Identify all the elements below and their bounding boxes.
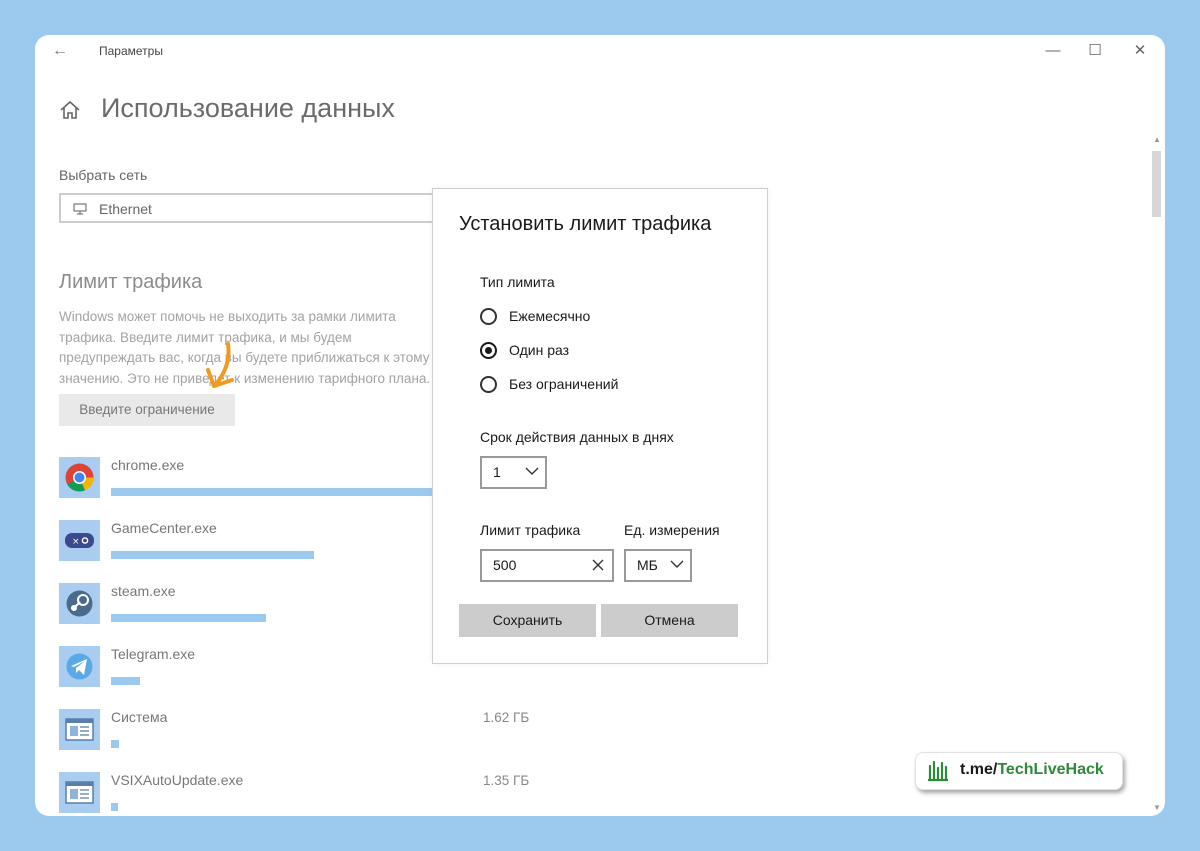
back-arrow-icon[interactable]: ← bbox=[49, 41, 71, 61]
title-bar: ← Параметры — ☐ ✕ bbox=[35, 35, 1165, 67]
steam-icon bbox=[59, 583, 100, 624]
watermark-name: TechLiveHack bbox=[997, 761, 1104, 778]
traffic-limit-value: 500 bbox=[493, 557, 517, 573]
minimize-icon[interactable]: — bbox=[1038, 39, 1068, 63]
watermark-prefix: t.me/ bbox=[960, 761, 998, 778]
radio-label: Один раз bbox=[509, 342, 570, 358]
app-size: 1.35 ГБ bbox=[483, 773, 530, 788]
window-title: Параметры bbox=[99, 44, 163, 58]
clear-icon[interactable] bbox=[592, 559, 604, 571]
scroll-down-icon[interactable]: ▼ bbox=[1152, 803, 1162, 813]
days-select[interactable]: 1 bbox=[480, 456, 547, 489]
save-button[interactable]: Сохранить bbox=[459, 604, 596, 637]
enter-limit-button[interactable]: Введите ограничение bbox=[59, 394, 235, 426]
set-traffic-limit-dialog: Установить лимит трафика Тип лимита Ежем… bbox=[432, 188, 768, 664]
home-icon[interactable] bbox=[59, 99, 81, 121]
usage-bar bbox=[111, 488, 433, 496]
dialog-title: Установить лимит трафика bbox=[459, 213, 712, 235]
unit-select[interactable]: МБ bbox=[624, 549, 692, 582]
watermark-text: t.me/TechLiveHack bbox=[960, 761, 1104, 779]
app-name: GameCenter.exe bbox=[111, 520, 217, 536]
app-name: VSIXAutoUpdate.exe bbox=[111, 772, 244, 788]
svg-text:×: × bbox=[72, 537, 80, 547]
usage-bar bbox=[111, 614, 266, 622]
system-window-icon bbox=[59, 709, 100, 750]
days-label: Срок действия данных в днях bbox=[480, 429, 674, 445]
unit-label: Ед. измерения bbox=[624, 522, 720, 538]
unit-select-value: МБ bbox=[637, 557, 658, 573]
app-name: Telegram.exe bbox=[111, 646, 196, 662]
usage-bar bbox=[111, 803, 118, 811]
techlivehack-logo-icon bbox=[928, 760, 948, 782]
chrome-icon bbox=[59, 457, 100, 498]
scroll-thumb[interactable] bbox=[1152, 151, 1161, 217]
app-name: chrome.exe bbox=[111, 457, 185, 473]
usage-bar bbox=[111, 677, 140, 685]
maximize-icon[interactable]: ☐ bbox=[1080, 39, 1110, 63]
app-name: Система bbox=[111, 709, 168, 725]
app-size: 1.62 ГБ bbox=[483, 710, 530, 725]
usage-bar bbox=[111, 740, 119, 748]
system-window-icon bbox=[59, 772, 100, 813]
cancel-button[interactable]: Отмена bbox=[601, 604, 738, 637]
page-title: Использование данных bbox=[101, 93, 395, 123]
chevron-down-icon bbox=[525, 467, 539, 475]
vertical-scrollbar[interactable]: ▲ ▼ bbox=[1149, 135, 1165, 816]
radio-label: Ежемесячно bbox=[509, 308, 591, 324]
watermark-badge: t.me/TechLiveHack bbox=[915, 752, 1123, 790]
usage-bar bbox=[111, 551, 314, 559]
telegram-icon bbox=[59, 646, 100, 687]
radio-button[interactable] bbox=[480, 376, 497, 393]
ethernet-monitor-icon bbox=[73, 203, 87, 215]
gamecenter-icon: × bbox=[59, 520, 100, 561]
limit-type-label: Тип лимита bbox=[480, 274, 555, 290]
traffic-limit-heading: Лимит трафика bbox=[59, 271, 203, 293]
network-select-label: Выбрать сеть bbox=[59, 167, 148, 183]
chevron-down-icon bbox=[670, 560, 684, 568]
network-select[interactable]: Ethernet bbox=[59, 193, 439, 223]
annotation-arrow-icon bbox=[206, 342, 234, 388]
network-select-value: Ethernet bbox=[99, 201, 152, 217]
scroll-up-icon[interactable]: ▲ bbox=[1152, 135, 1162, 145]
traffic-limit-label: Лимит трафика bbox=[480, 522, 581, 538]
radio-label: Без ограничений bbox=[509, 376, 619, 392]
days-select-value: 1 bbox=[493, 464, 501, 480]
radio-button[interactable] bbox=[480, 308, 497, 325]
list-item[interactable]: Система 1.62 ГБ bbox=[59, 709, 1109, 751]
app-name: steam.exe bbox=[111, 583, 176, 599]
radio-button[interactable] bbox=[480, 342, 497, 359]
traffic-limit-input[interactable]: 500 bbox=[480, 549, 614, 582]
close-icon[interactable]: ✕ bbox=[1125, 39, 1155, 63]
